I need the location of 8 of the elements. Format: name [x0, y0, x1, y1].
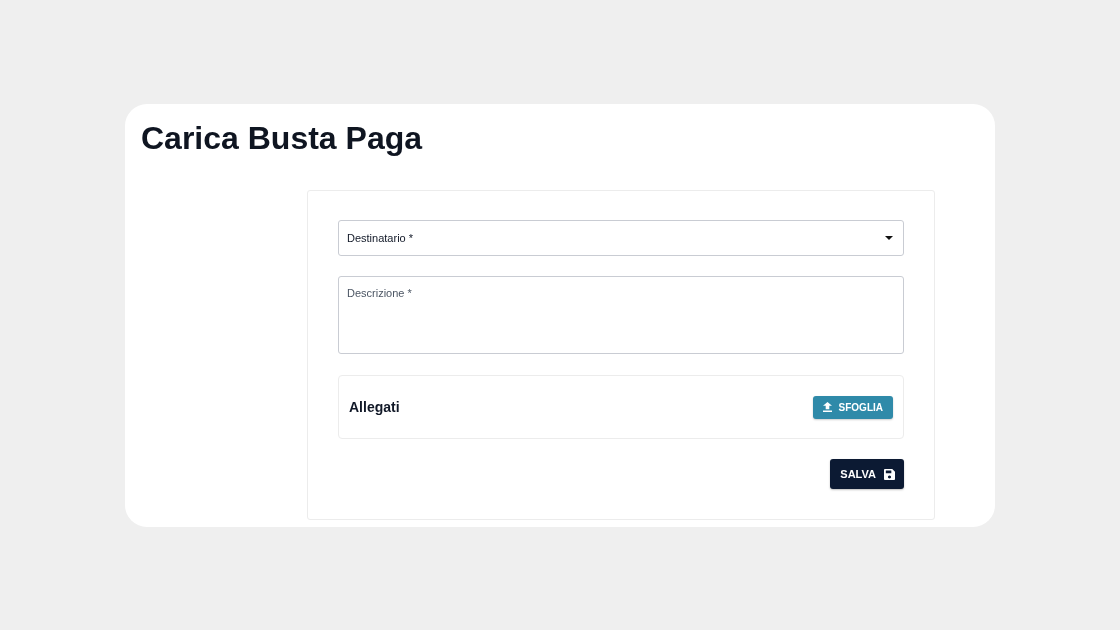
recipient-select[interactable]: Destinatario * — [338, 220, 904, 256]
description-field[interactable]: Descrizione * — [338, 276, 904, 354]
page-title: Carica Busta Paga — [141, 119, 422, 158]
attachments-title: Allegati — [349, 399, 400, 415]
upload-icon — [822, 402, 832, 412]
caret-down-icon — [885, 236, 893, 240]
save-button[interactable]: SALVA — [830, 459, 904, 489]
browse-button[interactable]: SFOGLIA — [812, 395, 893, 419]
